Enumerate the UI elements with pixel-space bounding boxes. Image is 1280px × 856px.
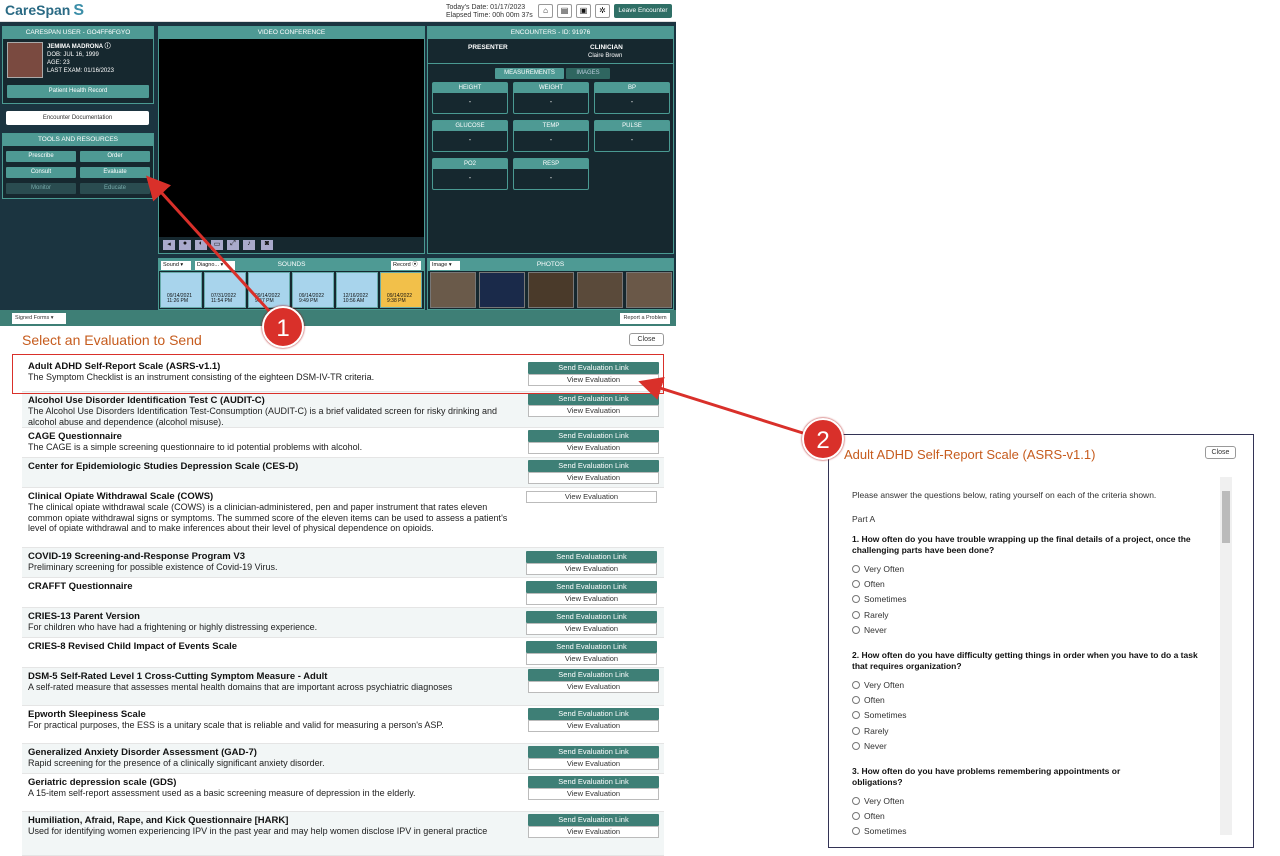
callout-1: 1 (262, 306, 304, 348)
callout-2: 2 (802, 418, 844, 460)
arrow-to-view-evaluation (638, 376, 807, 436)
arrow-to-evaluate (145, 175, 272, 314)
annotation-arrows (145, 175, 807, 436)
